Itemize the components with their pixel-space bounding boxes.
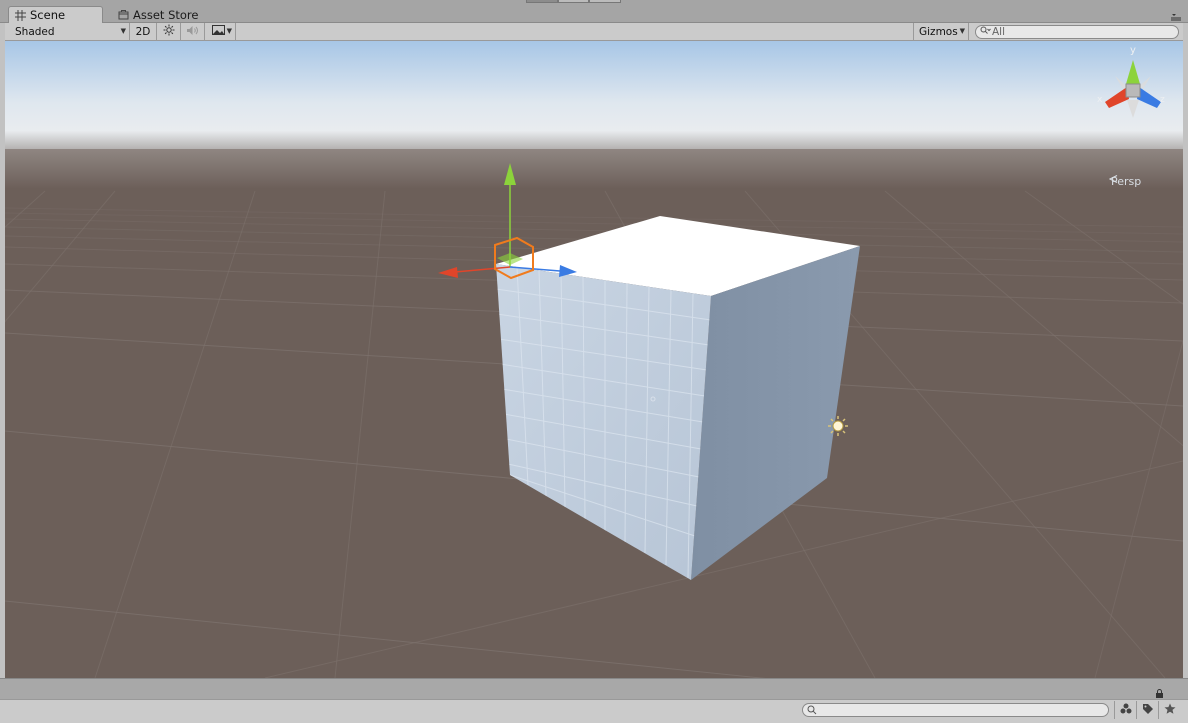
chevron-down-icon: ▼ [959,26,965,35]
horizon-haze [5,149,1183,189]
lower-panel-toolbar [0,699,1188,723]
pause-button[interactable] [557,0,590,3]
tab-asset-store-label: Asset Store [133,7,199,22]
sun-lighting-icon [163,24,175,39]
chevron-down-icon: ▼ [226,26,232,35]
tag-icon [1142,703,1154,718]
lower-toolbar-buttons [1114,701,1180,719]
effects-dropdown[interactable]: ▼ [205,22,236,41]
play-controls [526,0,622,3]
orientation-center-cube[interactable] [1125,83,1141,98]
image-effects-icon [212,25,225,38]
scene-render [5,41,1183,678]
favorites-button[interactable] [1158,701,1180,719]
scene-search-placeholder: All [992,25,1006,38]
lighting-toggle-button[interactable] [157,22,181,41]
gizmos-dropdown[interactable]: Gizmos ▼ [913,22,969,41]
hierarchy-filter-button[interactable] [1114,701,1136,719]
lock-icon[interactable] [1155,688,1164,698]
projection-toggle[interactable]: Persp [1109,175,1141,188]
window-tab-bar: Scene Asset Store [0,0,1188,23]
star-icon [1164,703,1176,718]
chevron-down-icon: ▼ [120,26,126,35]
orientation-y-label: y [1130,45,1136,56]
search-icon [807,705,817,718]
scene-viewport[interactable]: y x z Persp [5,41,1183,678]
search-icon [980,26,991,38]
store-bag-icon [118,9,129,20]
tab-scene[interactable]: Scene [8,6,103,23]
audio-toggle-button[interactable] [181,22,205,41]
speaker-audio-icon [186,25,199,39]
directional-light-icon[interactable] [828,416,848,436]
skybox [5,41,1183,153]
hierarchy-filter-icon [1120,703,1132,717]
2d-toggle-button[interactable]: 2D [130,22,157,41]
orientation-z-label: z [1160,95,1165,105]
lower-search-input[interactable] [802,703,1109,717]
tab-menu-icon[interactable] [1170,12,1182,21]
tab-asset-store[interactable]: Asset Store [112,6,212,23]
orientation-x-label: x [1097,95,1103,105]
scene-toolbar: Shaded ▼ 2D ▼ Gizmos ▼ All [5,22,1183,41]
grid-icon [15,9,26,21]
tab-scene-label: Scene [30,8,66,22]
scene-search-input[interactable]: All [975,24,1179,39]
lower-panel-tab-strip [0,678,1188,699]
shading-mode-dropdown[interactable]: Shaded ▼ [5,22,130,41]
step-button[interactable] [589,0,622,3]
play-button[interactable] [526,0,558,3]
tag-filter-button[interactable] [1136,701,1158,719]
gizmos-label: Gizmos [919,25,958,38]
2d-toggle-label: 2D [135,25,151,38]
shading-mode-value: Shaded [15,25,55,38]
